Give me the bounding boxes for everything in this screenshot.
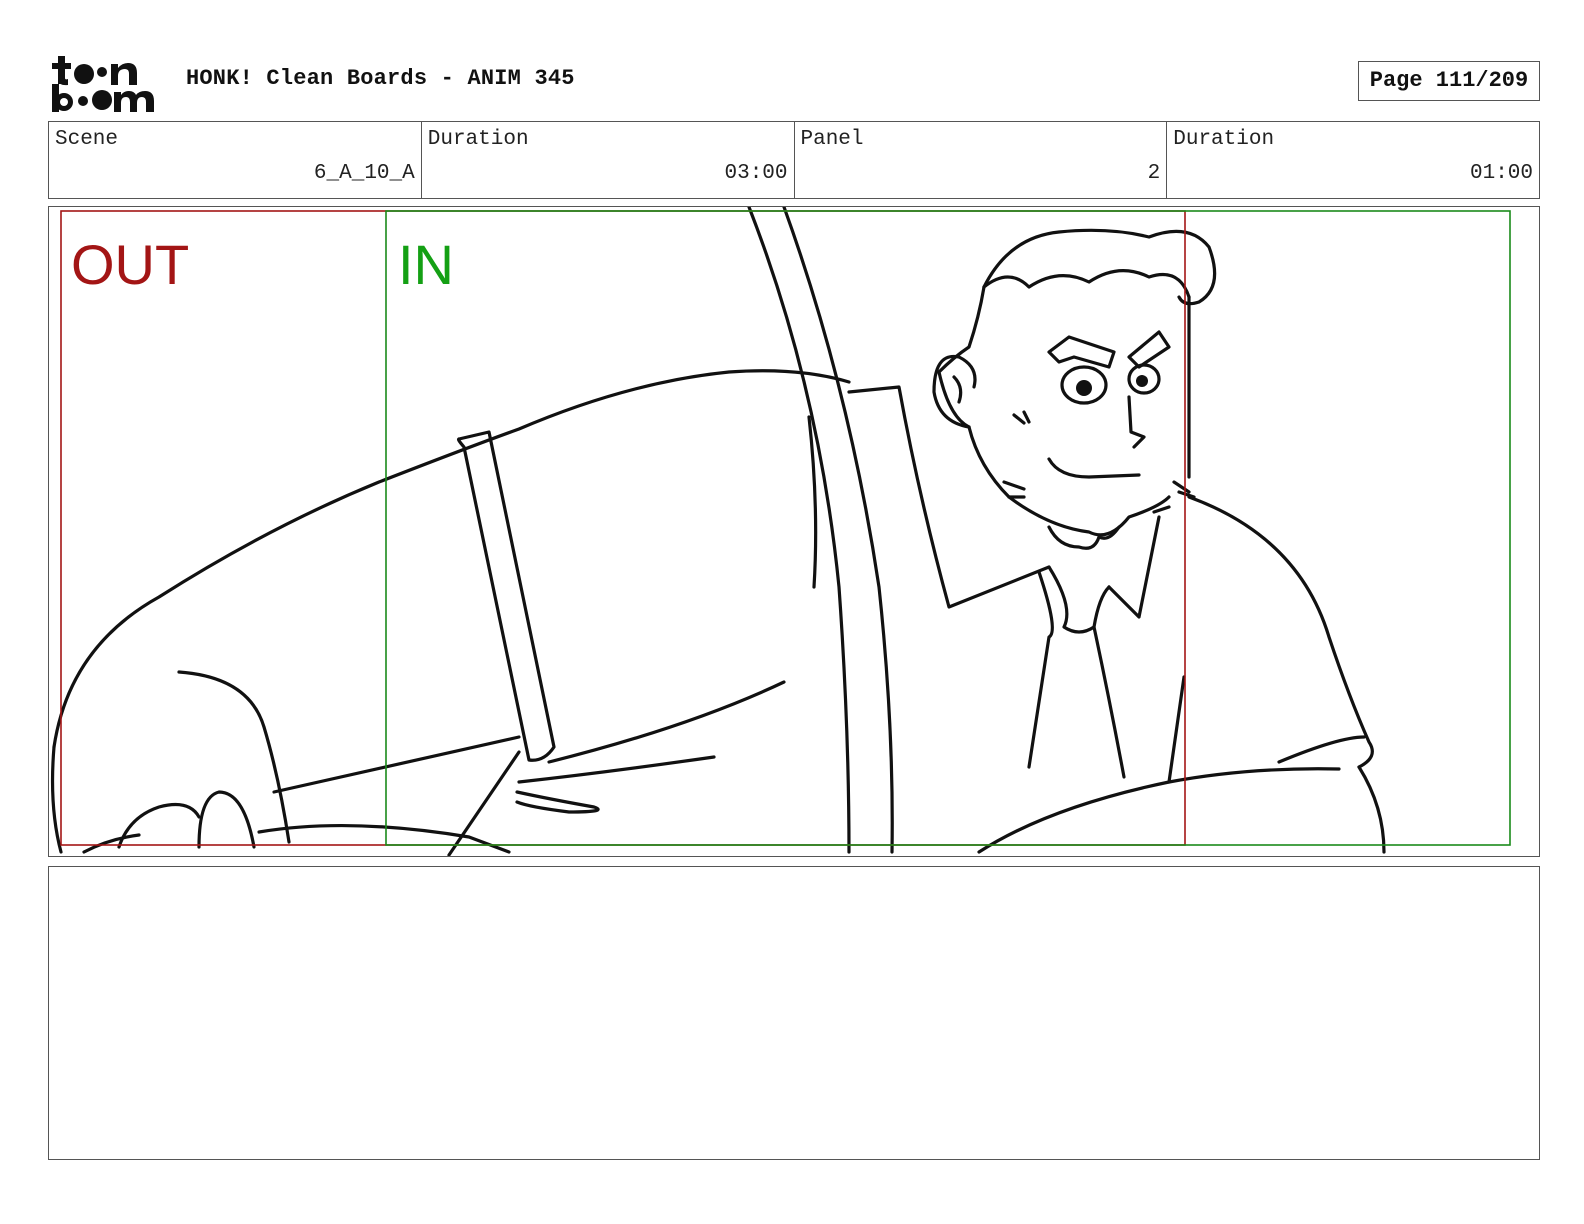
right-pupil [1136,375,1148,387]
panel-label: Panel [800,128,864,151]
panel-notes-box [48,866,1540,1160]
scene-duration-cell: Duration 03:00 [422,122,795,198]
page-counter: Page 111/209 [1358,61,1540,101]
camera-out-label: OUT [71,233,190,296]
left-pupil [1076,380,1092,396]
document-title: HONK! Clean Boards - ANIM 345 [186,66,575,91]
storyboard-panel: OUT IN [48,206,1540,857]
panel-duration-label: Duration [1173,128,1275,151]
scene-value: 6_A_10_A [313,162,415,185]
panel-duration-cell: Duration 01:00 [1167,122,1539,198]
scene-cell: Scene 6_A_10_A [49,122,422,198]
panel-cell: Panel 2 [795,122,1168,198]
panel-sketch [50,207,1511,856]
in-camera-frame [385,210,1511,846]
panel-value: 2 [1147,162,1161,185]
out-camera-frame [60,210,1186,846]
scene-duration-label: Duration [427,128,529,151]
scene-duration-value: 03:00 [724,162,788,185]
panel-duration-value: 01:00 [1469,162,1533,185]
toonboom-logo [50,50,166,114]
scene-label: Scene [55,128,119,151]
camera-in-label: IN [398,233,454,296]
scene-info-bar: Scene 6_A_10_A Duration 03:00 Panel 2 Du… [48,121,1540,199]
